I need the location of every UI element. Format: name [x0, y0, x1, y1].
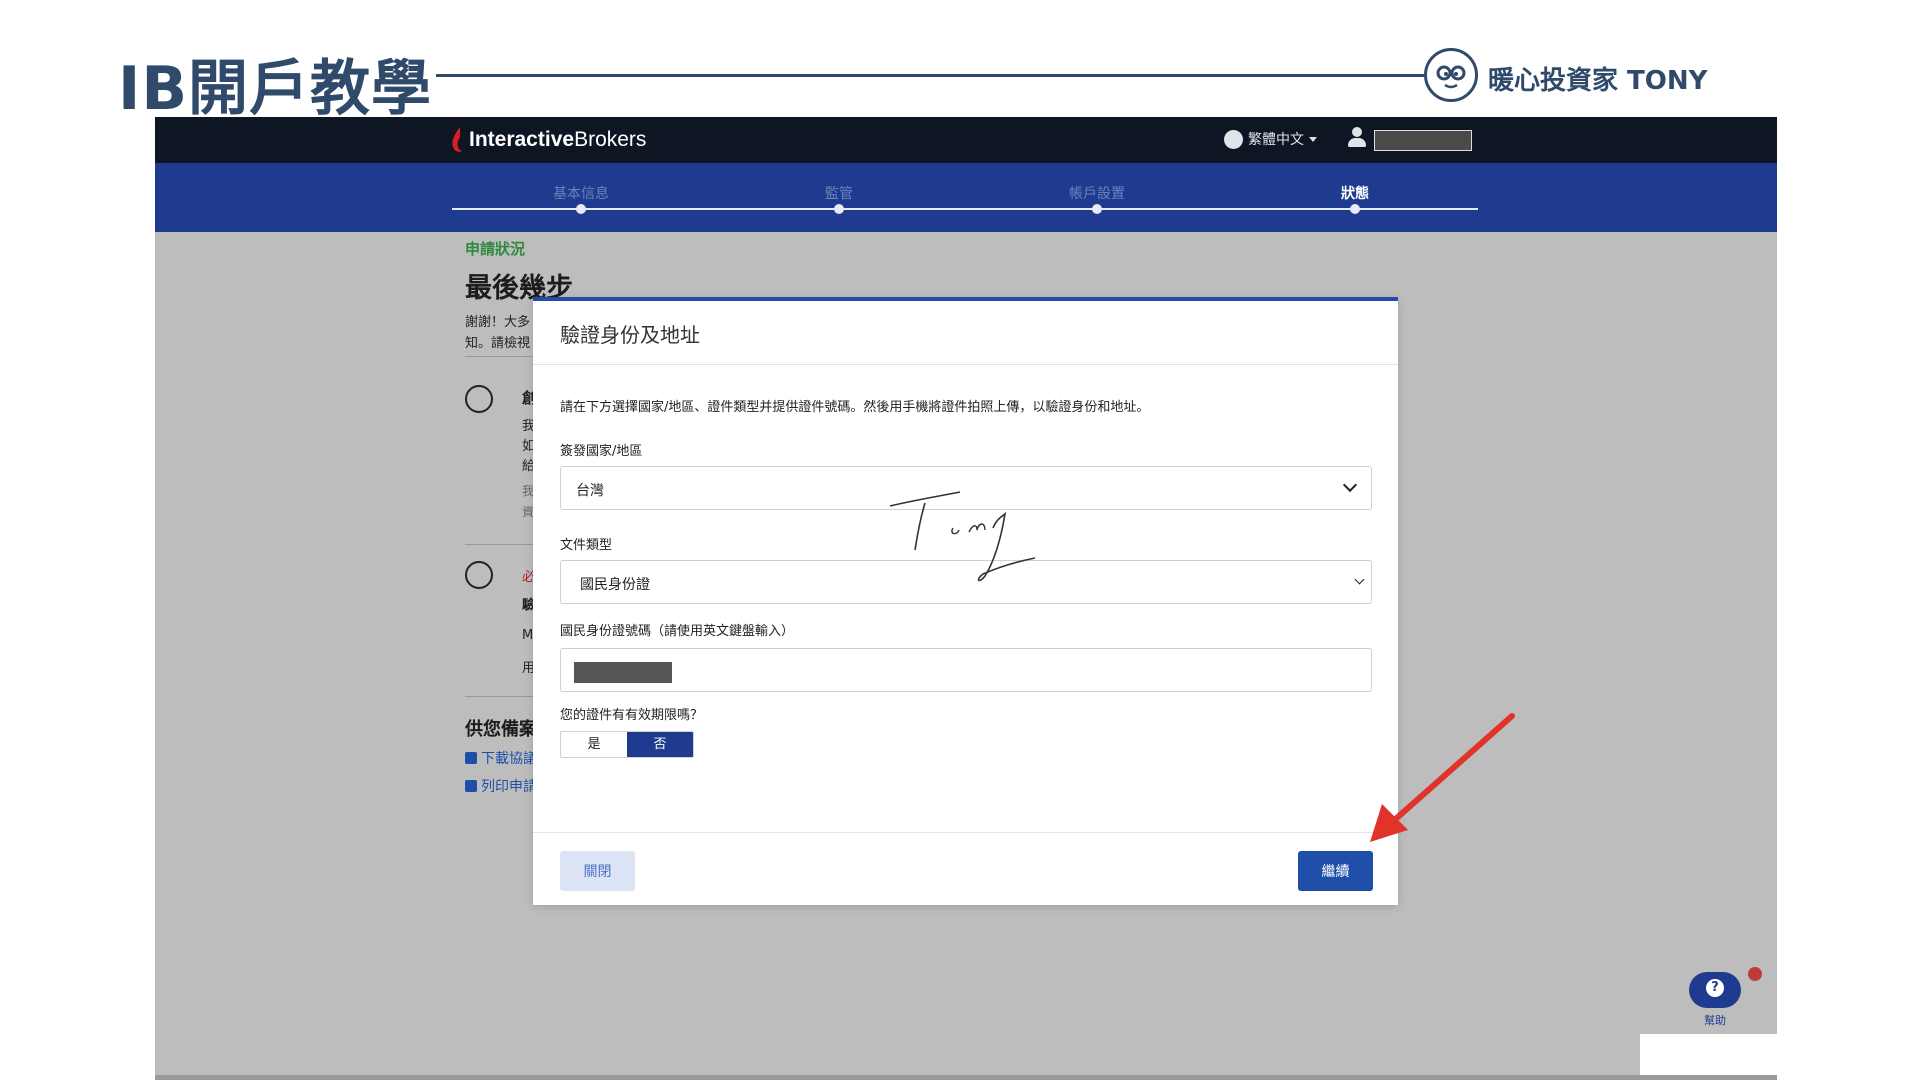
question-icon: ?: [1706, 979, 1724, 997]
screenshot-frame: InteractiveBrokers 繁體中文 基本信息 監管 帳戶設置 狀態 …: [155, 117, 1777, 1080]
help-label: 幫助: [1704, 1014, 1726, 1027]
download-link-label: 下載協議: [481, 751, 537, 767]
red-arrow-annotation: [1370, 713, 1515, 842]
modal-header: 驗證身份及地址: [533, 301, 1398, 365]
step-label: 狀態: [1341, 186, 1369, 202]
signature-watermark: [889, 491, 1036, 582]
id-number-label: 國民身份證號碼（請使用英文鍵盤輸入）: [560, 624, 795, 639]
expiry-toggle: 是 否: [560, 731, 694, 758]
step-dot: [1350, 204, 1360, 214]
brand-name: 暖心投資家 TONY: [1488, 66, 1708, 96]
country-value: 台灣: [576, 483, 604, 499]
frame-corner: [1640, 1034, 1777, 1080]
progress-stepbar: 基本信息 監管 帳戶設置 狀態: [155, 163, 1777, 232]
verify-identity-modal: 驗證身份及地址 請在下方選擇國家/地區、證件類型并提供證件號碼。然後用手機將證件…: [533, 297, 1398, 905]
modal-title: 驗證身份及地址: [560, 323, 700, 347]
download-agreement-link[interactable]: 下載協議: [465, 748, 537, 768]
modal-footer-divider: [533, 832, 1398, 833]
status-kicker: 申請狀況: [465, 240, 526, 258]
download-icon: [465, 752, 477, 764]
brand-logo-icon: [1424, 48, 1478, 102]
logo-bold: Interactive: [469, 128, 575, 151]
country-label: 簽發國家/地區: [560, 444, 643, 459]
intro-text-line2: 知。請檢視: [465, 336, 531, 351]
task-status-circle: [465, 385, 493, 413]
print-link-label: 列印申請: [481, 779, 537, 795]
id-number-redacted: [574, 662, 672, 683]
modal-description: 請在下方選擇國家/地區、證件類型并提供證件號碼。然後用手機將證件拍照上傳，以驗證…: [560, 400, 1150, 415]
divider: [465, 356, 535, 357]
step-label: 監管: [825, 186, 853, 202]
ib-logo[interactable]: InteractiveBrokers: [451, 125, 646, 155]
expiry-no-option[interactable]: 否: [627, 732, 693, 757]
doctype-label: 文件類型: [560, 538, 613, 553]
chevron-down-icon: [1354, 574, 1365, 585]
logo-regular: Brokers: [574, 128, 647, 151]
step-dot: [576, 204, 586, 214]
language-selector[interactable]: 繁體中文: [1224, 129, 1317, 149]
records-section-title: 供您備案: [465, 719, 537, 740]
header-divider: [436, 74, 1428, 77]
close-button[interactable]: 關閉: [560, 851, 635, 891]
top-navbar: InteractiveBrokers 繁體中文: [155, 117, 1777, 163]
step-track: [452, 208, 1478, 210]
flame-icon: [452, 127, 462, 152]
continue-button[interactable]: 繼續: [1298, 851, 1373, 891]
caret-down-icon: [1309, 136, 1317, 142]
id-number-input[interactable]: [560, 648, 1372, 692]
step-dot: [1092, 204, 1102, 214]
print-application-link[interactable]: 列印申請: [465, 776, 537, 796]
language-label: 繁體中文: [1248, 132, 1304, 148]
expiry-yes-option[interactable]: 是: [561, 732, 627, 757]
globe-icon: [1224, 129, 1243, 149]
printer-icon: [465, 780, 477, 792]
expiry-question: 您的證件有有效期限嗎？: [560, 708, 704, 723]
step-dot: [834, 204, 844, 214]
chevron-down-icon: [1342, 477, 1358, 493]
slide-title: IB開戶教學: [118, 54, 433, 124]
divider: [465, 544, 535, 545]
help-widget[interactable]: ? 幫助: [1684, 972, 1744, 1032]
frame-bottom-edge: [155, 1075, 1777, 1080]
task-status-circle: [465, 561, 493, 589]
doctype-value: 國民身份證: [580, 577, 650, 593]
intro-text-line1: 謝謝！大多: [465, 315, 531, 330]
step-label: 基本信息: [553, 186, 609, 202]
user-icon[interactable]: [1348, 127, 1366, 149]
step-label: 帳戶設置: [1069, 186, 1125, 202]
notification-dot: [1748, 967, 1762, 981]
divider: [465, 696, 535, 697]
task-text-fragment: M: [522, 628, 534, 643]
username-redacted: [1374, 130, 1472, 151]
